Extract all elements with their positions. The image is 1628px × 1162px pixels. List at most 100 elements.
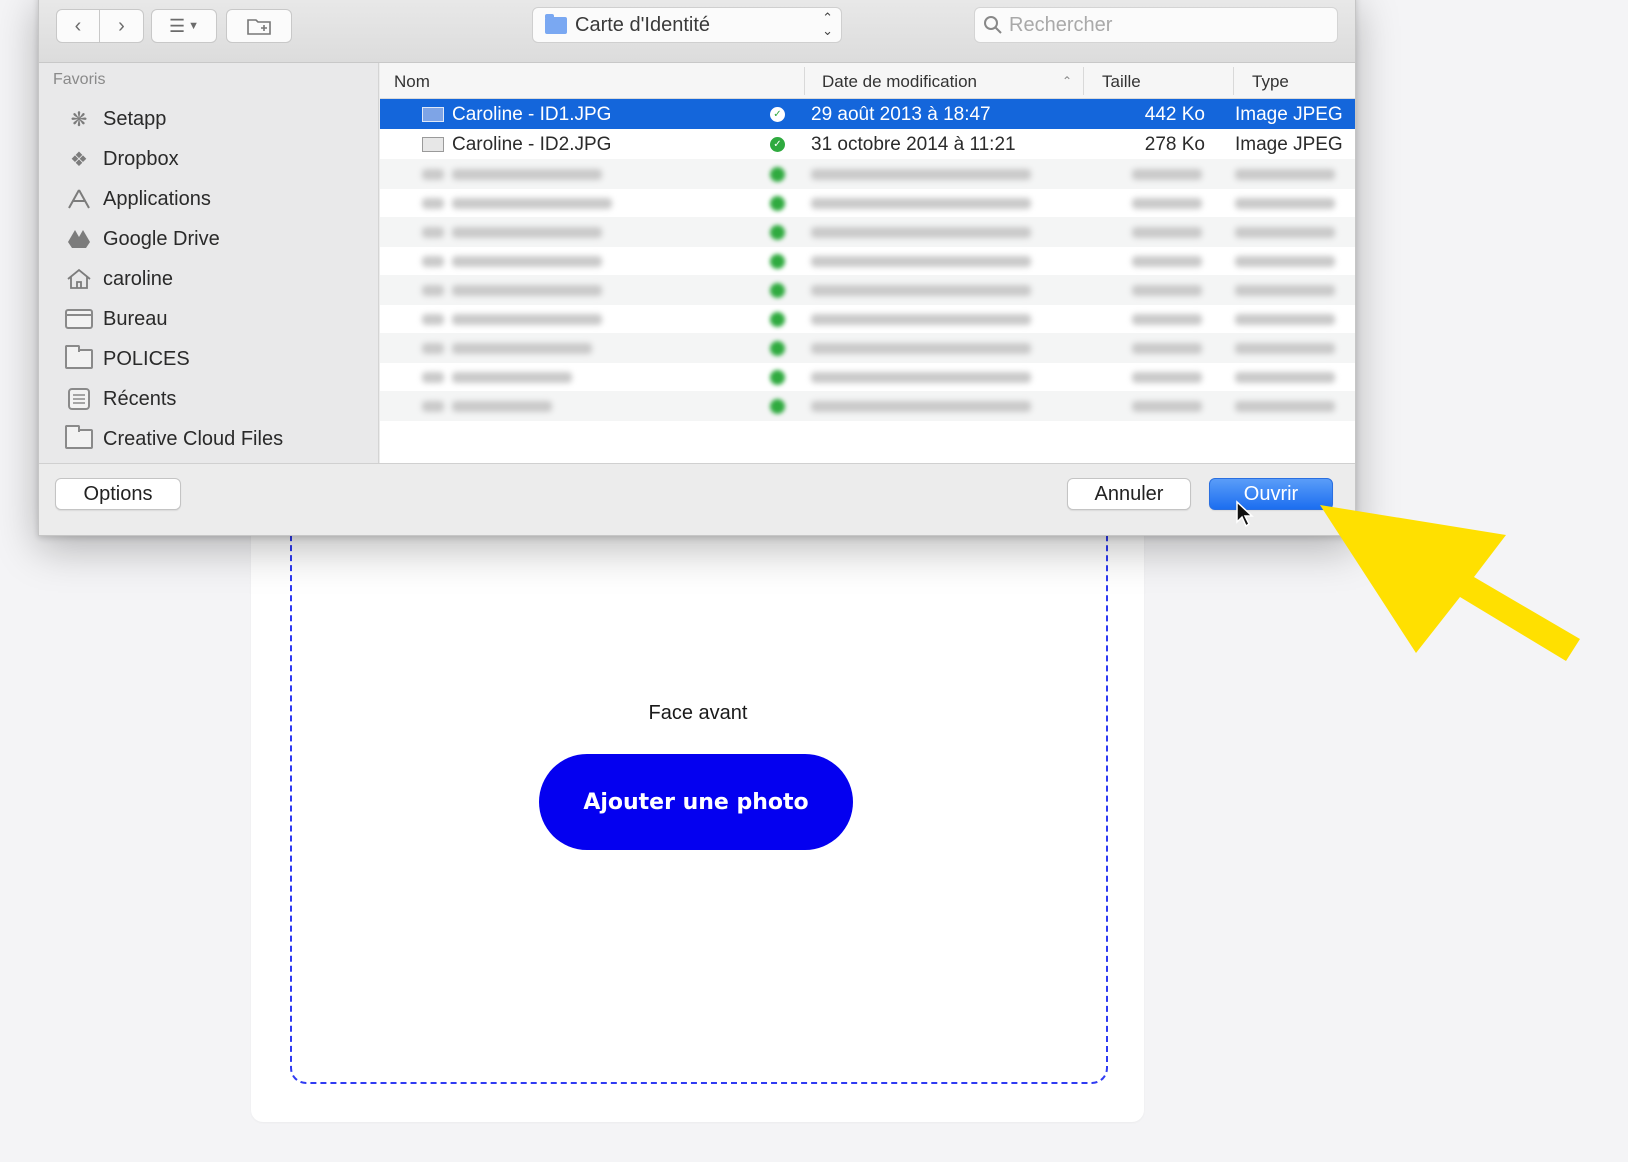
file-row[interactable] bbox=[380, 391, 1355, 421]
sidebar-item-label: Applications bbox=[103, 187, 211, 210]
chevron-right-icon: › bbox=[118, 14, 125, 37]
sidebar-item-dropbox[interactable]: ❖ Dropbox bbox=[65, 139, 179, 179]
add-photo-button[interactable]: Ajouter une photo bbox=[539, 754, 853, 850]
file-name: Caroline - ID1.JPG bbox=[452, 104, 612, 125]
blurred-text bbox=[811, 227, 1031, 238]
file-kind: Image JPEG bbox=[1235, 134, 1343, 155]
file-row[interactable]: Caroline - ID1.JPG ✓ 29 août 2013 à 18:4… bbox=[380, 99, 1355, 129]
column-date-header[interactable]: Date de modification bbox=[822, 72, 977, 92]
image-file-icon bbox=[422, 107, 444, 122]
search-field[interactable] bbox=[974, 7, 1338, 43]
blurred-text bbox=[1235, 198, 1335, 209]
folder-icon bbox=[65, 425, 93, 450]
applications-icon bbox=[65, 188, 93, 210]
blurred-text bbox=[1235, 314, 1335, 325]
file-row[interactable] bbox=[380, 275, 1355, 305]
column-divider[interactable] bbox=[1083, 67, 1084, 95]
folder-icon bbox=[545, 13, 567, 34]
synced-check-icon bbox=[770, 254, 785, 269]
setapp-icon: ❋ bbox=[70, 108, 88, 131]
file-name: Caroline - ID2.JPG bbox=[452, 134, 612, 155]
sidebar-item-setapp[interactable]: ❋ Setapp bbox=[65, 99, 167, 139]
file-icon bbox=[422, 343, 444, 354]
column-name-header[interactable]: Nom bbox=[394, 72, 430, 92]
recents-icon bbox=[65, 388, 93, 410]
forward-button[interactable]: › bbox=[100, 9, 144, 43]
home-icon bbox=[65, 268, 93, 290]
location-popup[interactable]: Carte d'Identité ⌃ ⌄ bbox=[532, 7, 842, 43]
face-avant-label: Face avant bbox=[648, 702, 748, 724]
file-icon bbox=[422, 227, 444, 238]
file-row[interactable] bbox=[380, 217, 1355, 247]
blurred-text bbox=[1235, 372, 1335, 383]
blurred-text bbox=[452, 169, 602, 180]
sidebar-item-label: POLICES bbox=[103, 347, 190, 370]
blurred-text bbox=[452, 343, 592, 354]
new-folder-button[interactable] bbox=[226, 9, 292, 43]
column-divider[interactable] bbox=[804, 67, 805, 95]
synced-check-icon bbox=[770, 196, 785, 211]
blurred-text bbox=[452, 372, 572, 383]
view-mode-button[interactable]: ☰ ▼ bbox=[151, 9, 217, 43]
file-row[interactable] bbox=[380, 333, 1355, 363]
google-drive-icon bbox=[65, 228, 93, 250]
column-kind-header[interactable]: Type bbox=[1252, 72, 1289, 92]
file-row[interactable] bbox=[380, 159, 1355, 189]
sidebar-item-applications[interactable]: Applications bbox=[65, 179, 211, 219]
blurred-text bbox=[452, 256, 602, 267]
column-header: Nom Date de modification ⌃ Taille Type bbox=[380, 63, 1355, 99]
file-row[interactable]: Caroline - ID2.JPG ✓ 31 octobre 2014 à 1… bbox=[380, 129, 1355, 159]
sidebar-item-recents[interactable]: Récents bbox=[65, 379, 176, 419]
back-button[interactable]: ‹ bbox=[56, 9, 100, 43]
sidebar-item-label: Dropbox bbox=[103, 147, 179, 170]
blurred-text bbox=[1235, 343, 1335, 354]
cancel-button[interactable]: Annuler bbox=[1067, 478, 1191, 510]
search-input[interactable] bbox=[1009, 13, 1309, 37]
open-button[interactable]: Ouvrir bbox=[1209, 478, 1333, 510]
blurred-text bbox=[1132, 169, 1202, 180]
synced-check-icon: ✓ bbox=[770, 137, 785, 152]
file-size: 278 Ko bbox=[1144, 134, 1205, 155]
sidebar-item-label: Bureau bbox=[103, 307, 168, 330]
sidebar-item-bureau[interactable]: Bureau bbox=[65, 299, 168, 339]
blurred-text bbox=[1132, 285, 1202, 296]
file-row[interactable] bbox=[380, 188, 1355, 218]
blurred-text bbox=[452, 314, 602, 325]
file-date: 29 août 2013 à 18:47 bbox=[811, 104, 991, 125]
blurred-text bbox=[811, 343, 1031, 354]
column-size-header[interactable]: Taille bbox=[1102, 72, 1141, 92]
sidebar-item-polices[interactable]: POLICES bbox=[65, 339, 190, 379]
synced-check-icon bbox=[770, 283, 785, 298]
blurred-text bbox=[1235, 285, 1335, 296]
chevron-left-icon: ‹ bbox=[74, 14, 82, 37]
blurred-text bbox=[811, 372, 1031, 383]
blurred-text bbox=[1235, 401, 1335, 412]
options-button[interactable]: Options bbox=[55, 478, 181, 510]
blurred-text bbox=[1132, 372, 1202, 383]
annotation-arrow-icon bbox=[1320, 505, 1580, 661]
sidebar-item-caroline[interactable]: caroline bbox=[65, 259, 173, 299]
sidebar-item-label: Creative Cloud Files bbox=[103, 427, 284, 450]
synced-check-icon bbox=[770, 312, 785, 327]
favorites-heading: Favoris bbox=[53, 71, 106, 88]
list-view-icon: ☰ bbox=[168, 15, 186, 36]
sidebar-item-google-drive[interactable]: Google Drive bbox=[65, 219, 220, 259]
sidebar-item-creative-cloud-files[interactable]: Creative Cloud Files bbox=[65, 419, 283, 459]
column-divider[interactable] bbox=[1233, 67, 1234, 95]
blurred-text bbox=[1132, 314, 1202, 325]
synced-check-icon bbox=[770, 341, 785, 356]
location-label: Carte d'Identité bbox=[575, 13, 711, 36]
file-row[interactable] bbox=[380, 362, 1355, 392]
navigation-buttons: ‹ › bbox=[56, 9, 144, 43]
sort-ascending-icon: ⌃ bbox=[1062, 74, 1073, 88]
file-icon bbox=[422, 198, 444, 209]
file-row[interactable] bbox=[380, 246, 1355, 276]
file-icon bbox=[422, 372, 444, 383]
file-row[interactable] bbox=[380, 304, 1355, 334]
sidebar-item-label: Google Drive bbox=[103, 227, 220, 250]
file-icon bbox=[422, 401, 444, 412]
mouse-cursor-icon bbox=[1236, 500, 1254, 528]
sidebar: Favoris ❋ Setapp ❖ Dropbox Applications … bbox=[39, 63, 379, 463]
synced-check-icon: ✓ bbox=[770, 107, 785, 122]
folder-icon bbox=[65, 345, 93, 370]
